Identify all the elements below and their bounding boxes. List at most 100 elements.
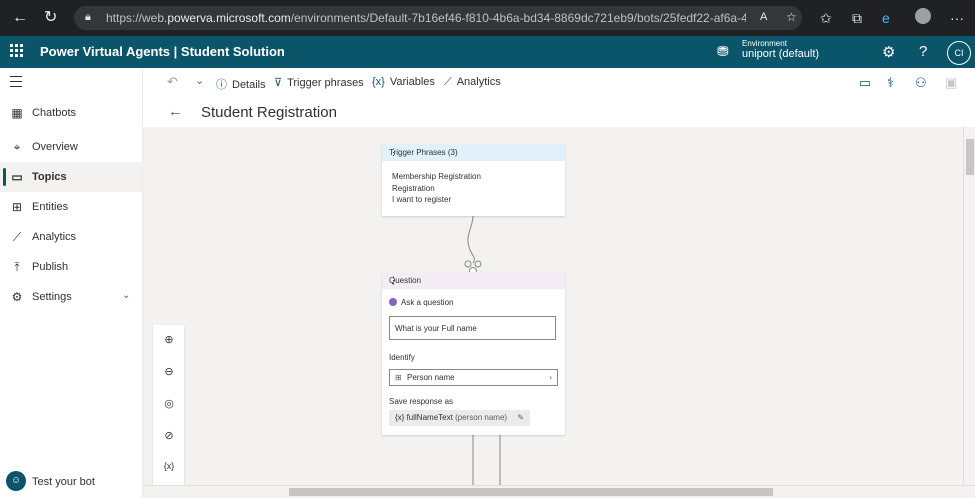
undo-icon[interactable]: ↶: [167, 74, 178, 90]
avatar[interactable]: CI: [947, 41, 971, 65]
test-bot-label: Test your bot: [32, 476, 95, 488]
environment-icon: ⛃: [717, 43, 729, 59]
ask-label-text: Ask a question: [401, 298, 454, 307]
variables-button[interactable]: {x} Variables: [372, 76, 435, 88]
details-button[interactable]: ⓘ Details: [216, 76, 266, 92]
sidebar-item-label: Publish: [32, 261, 69, 273]
variable-icon: {x}: [395, 413, 405, 422]
save-response-label: Save response as: [389, 397, 454, 406]
identify-label: Identify: [389, 353, 415, 362]
bot-grid-icon: ▦: [11, 106, 23, 120]
question-text-input[interactable]: What is your Full name: [389, 316, 556, 340]
hamburger-icon[interactable]: [10, 76, 22, 87]
sidebar-item-topics[interactable]: ▭ Topics: [0, 162, 142, 192]
chevron-right-icon: ›: [549, 373, 552, 382]
settings-icon: ⚙: [11, 290, 23, 304]
back-arrow-icon[interactable]: ←: [168, 103, 183, 120]
horizontal-scrollbar[interactable]: [143, 485, 975, 498]
question-node[interactable]: Question ⋮ Ask a question What is your F…: [382, 272, 565, 435]
more-icon[interactable]: ···: [950, 10, 964, 26]
chevron-down-icon[interactable]: ⌄: [195, 74, 204, 87]
recenter-icon[interactable]: ◎: [161, 397, 177, 410]
help-icon[interactable]: ?: [919, 43, 927, 60]
topic-checker-icon[interactable]: ⚕: [887, 75, 894, 91]
edit-pencil-icon[interactable]: ✎: [517, 413, 524, 422]
comment-icon[interactable]: ▭: [859, 75, 871, 91]
read-aloud-icon[interactable]: A: [760, 11, 767, 23]
trigger-icon: ⊽: [274, 77, 283, 89]
page-title: Student Registration: [201, 104, 337, 121]
test-your-bot-button[interactable]: ☺ Test your bot: [4, 471, 140, 493]
info-icon: ⓘ: [216, 79, 227, 91]
app-title: Power Virtual Agents | Student Solution: [40, 44, 285, 59]
entities-icon: ⊞: [11, 200, 23, 214]
topics-icon: ▭: [11, 170, 23, 184]
sidebar-item-analytics[interactable]: ⟋ Analytics: [0, 222, 142, 252]
app-header: Power Virtual Agents | Student Solution …: [0, 36, 975, 68]
trigger-phrases-button[interactable]: ⊽ Trigger phrases: [274, 76, 364, 89]
more-options-icon[interactable]: ⋮: [389, 144, 559, 161]
browser-toolbar: ← ↻ 🔒︎ https://web.powerva.microsoft.com…: [0, 0, 975, 36]
favorites-icon[interactable]: ✩: [820, 10, 832, 26]
more-options-icon[interactable]: ⋮: [389, 272, 559, 289]
analytics-chart-icon: ⟋: [444, 76, 452, 88]
profile-icon[interactable]: [915, 8, 931, 24]
node-header: Question ⋮: [382, 272, 565, 289]
environment-label: Environment: [742, 39, 787, 48]
zoom-controls: ⊕ ⊖ ◎ ⊘ {x}: [153, 325, 184, 485]
collections-icon[interactable]: ⧉: [852, 10, 862, 26]
trigger-phrases-label: Trigger phrases: [287, 77, 364, 89]
identify-entity-select[interactable]: ⊞ Person name ›: [389, 369, 558, 386]
trigger-phrase: Membership Registration: [392, 172, 481, 181]
topic-title-bar: ← Student Registration: [143, 97, 975, 128]
variables-panel-icon[interactable]: {x}: [161, 461, 177, 471]
details-label: Details: [232, 79, 266, 91]
refresh-icon[interactable]: ↻: [44, 9, 57, 27]
zoom-out-icon[interactable]: ⊖: [161, 365, 177, 378]
back-icon[interactable]: ←: [12, 9, 28, 27]
add-favorite-icon[interactable]: ☆: [786, 10, 797, 24]
sidebar-item-label: Settings: [32, 291, 72, 303]
topic-toolbar: ↶ ⌄ ⓘ Details ⊽ Trigger phrases {x} Variabl…: [143, 68, 975, 98]
question-icon: [389, 298, 397, 306]
trigger-phrase: I want to register: [392, 195, 452, 204]
entity-icon: ⊞: [395, 373, 402, 382]
sidebar-item-label: Overview: [32, 141, 78, 153]
analytics-button[interactable]: ⟋ Analytics: [444, 76, 501, 89]
overview-icon: ⌖: [13, 140, 21, 154]
analytics-label: Analytics: [456, 76, 501, 88]
test-bot-icon[interactable]: ⚇: [915, 75, 927, 91]
variables-label: Variables: [389, 76, 435, 88]
lock-icon: 🔒︎: [85, 11, 91, 23]
authoring-canvas[interactable]: Trigger Phrases (3) ⋮ Membership Registr…: [143, 127, 963, 485]
variables-icon: {x}: [372, 76, 385, 88]
variable-chip[interactable]: {x} fullNameText (person name) ✎: [389, 410, 531, 426]
trigger-phrase: Registration: [392, 184, 435, 193]
address-bar[interactable]: 🔒︎ https://web.powerva.microsoft.com/env…: [74, 6, 802, 30]
settings-gear-icon[interactable]: ⚙: [882, 43, 895, 61]
sidebar-item-label: Chatbots: [32, 107, 77, 119]
sidebar-item-chatbots[interactable]: ▦ Chatbots: [0, 98, 142, 128]
waffle-icon[interactable]: [10, 44, 24, 58]
edge-extension-icon[interactable]: e: [882, 10, 890, 26]
reset-zoom-icon[interactable]: ⊘: [161, 429, 177, 442]
sidebar-item-overview[interactable]: ⌖ Overview: [0, 132, 142, 162]
trigger-phrases-node[interactable]: Trigger Phrases (3) ⋮ Membership Registr…: [382, 144, 565, 216]
sidebar-item-label: Topics: [32, 171, 67, 183]
sidebar-item-entities[interactable]: ⊞ Entities: [0, 192, 142, 222]
sidebar-item-publish[interactable]: ⤒ Publish: [0, 252, 142, 282]
sidebar-item-label: Entities: [32, 201, 69, 213]
sidebar-item-label: Analytics: [32, 231, 77, 243]
chevron-down-icon: ⌄: [122, 290, 131, 301]
zoom-in-icon[interactable]: ⊕: [161, 333, 177, 346]
environment-value[interactable]: uniport (default): [742, 48, 819, 60]
sidebar: ▦ Chatbots ⌖ Overview ▭ Topics ⊞ Entitie…: [0, 68, 143, 497]
node-header: Trigger Phrases (3) ⋮: [382, 144, 565, 161]
variable-type: (person name): [455, 413, 508, 422]
save-icon[interactable]: ▣: [945, 75, 957, 91]
vertical-scrollbar[interactable]: [963, 127, 975, 485]
sidebar-item-settings[interactable]: ⚙ Settings ⌄: [0, 282, 142, 312]
analytics-icon: ⟋: [12, 230, 22, 244]
identify-value: Person name: [407, 373, 455, 382]
chat-bot-icon: ☺: [6, 471, 26, 491]
